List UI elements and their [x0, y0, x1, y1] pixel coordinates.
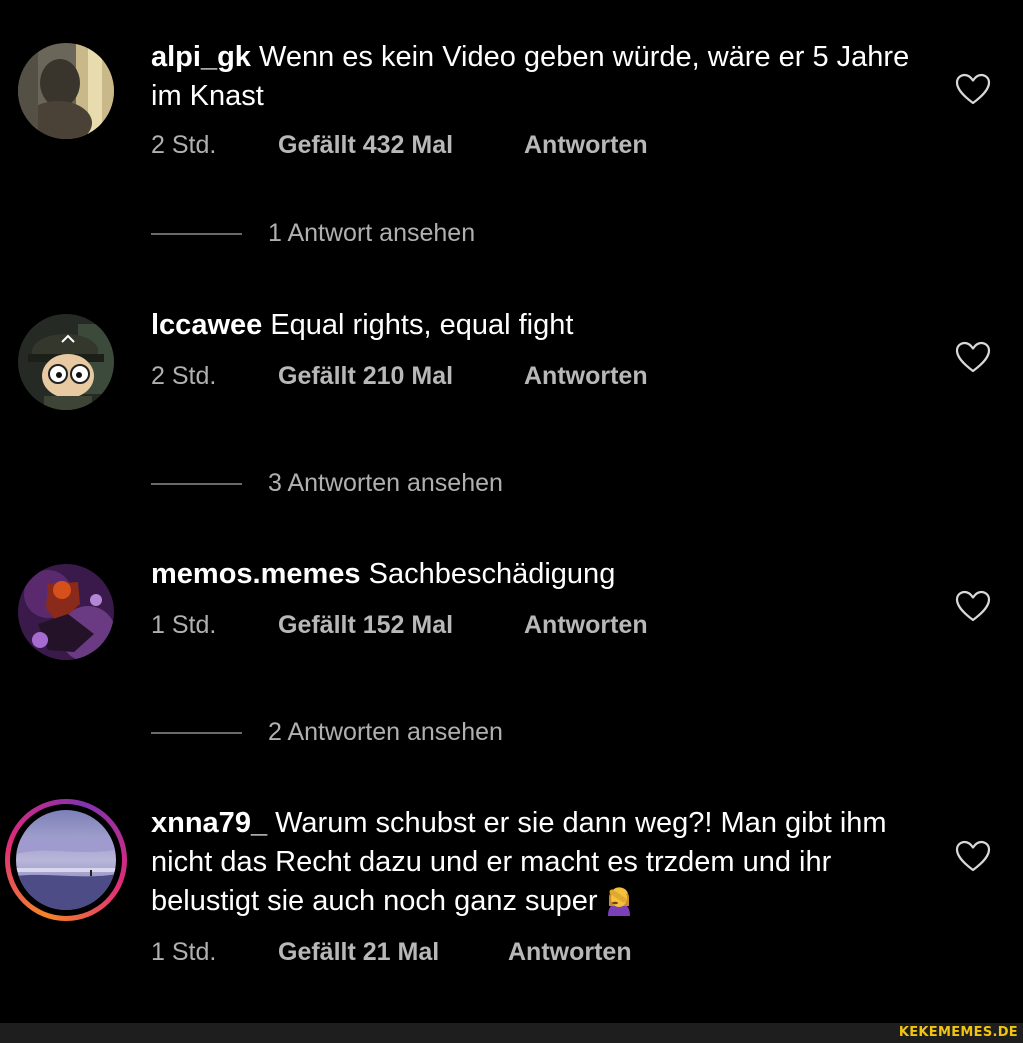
comment-text: xnna79_ Warum schubst er sie dann weg?! …: [151, 804, 921, 921]
avatar[interactable]: [18, 314, 114, 410]
avatar[interactable]: [18, 43, 114, 139]
heart-icon[interactable]: [955, 590, 991, 622]
likes-count[interactable]: Gefällt 21 Mal: [278, 938, 439, 967]
comment-timestamp: 2 Std.: [151, 131, 217, 159]
reply-button[interactable]: Antworten: [524, 362, 648, 391]
likes-count[interactable]: Gefällt 152 Mal: [278, 611, 453, 640]
likes-count[interactable]: Gefällt 210 Mal: [278, 362, 453, 391]
view-replies-label: 1 Antwort ansehen: [268, 219, 476, 247]
likes-count[interactable]: Gefällt 432 Mal: [278, 131, 453, 160]
watermark-text: KEKEMEMES.DE: [898, 1025, 1018, 1040]
comment-text: alpi_gk Wenn es kein Video geben würde, …: [151, 38, 921, 116]
view-replies-label: 2 Antworten ansehen: [268, 718, 503, 746]
story-ring-avatar[interactable]: [5, 799, 127, 921]
heart-icon[interactable]: [955, 840, 991, 872]
avatar: [16, 810, 116, 910]
view-replies-label: 3 Antworten ansehen: [268, 469, 503, 497]
comment-timestamp: 1 Std.: [151, 938, 217, 966]
username-link[interactable]: lccawee: [151, 309, 262, 341]
reply-button[interactable]: Antworten: [508, 938, 632, 967]
reply-button[interactable]: Antworten: [524, 131, 648, 160]
comment-body: Equal rights, equal fight: [262, 309, 574, 341]
avatar[interactable]: [18, 564, 114, 660]
divider-line: [151, 233, 242, 235]
watermark-bar: KEKEMEMES.DE: [0, 1023, 1023, 1043]
heart-icon[interactable]: [955, 341, 991, 373]
reply-button[interactable]: Antworten: [524, 611, 648, 640]
comment-text: lccawee Equal rights, equal fight: [151, 306, 921, 345]
comment-timestamp: 2 Std.: [151, 362, 217, 390]
heart-icon[interactable]: [955, 73, 991, 105]
divider-line: [151, 732, 242, 734]
woman-facepalming-icon: [607, 887, 630, 916]
comment-body: Sachbeschädigung: [360, 558, 616, 590]
username-link[interactable]: alpi_gk: [151, 41, 251, 73]
username-link[interactable]: memos.memes: [151, 558, 361, 590]
comment-text: memos.memes Sachbeschädigung: [151, 555, 921, 594]
comment-body: Wenn es kein Video geben würde, wäre er …: [151, 41, 910, 112]
divider-line: [151, 483, 242, 485]
comment-timestamp: 1 Std.: [151, 611, 217, 639]
username-link[interactable]: xnna79_: [151, 807, 267, 839]
